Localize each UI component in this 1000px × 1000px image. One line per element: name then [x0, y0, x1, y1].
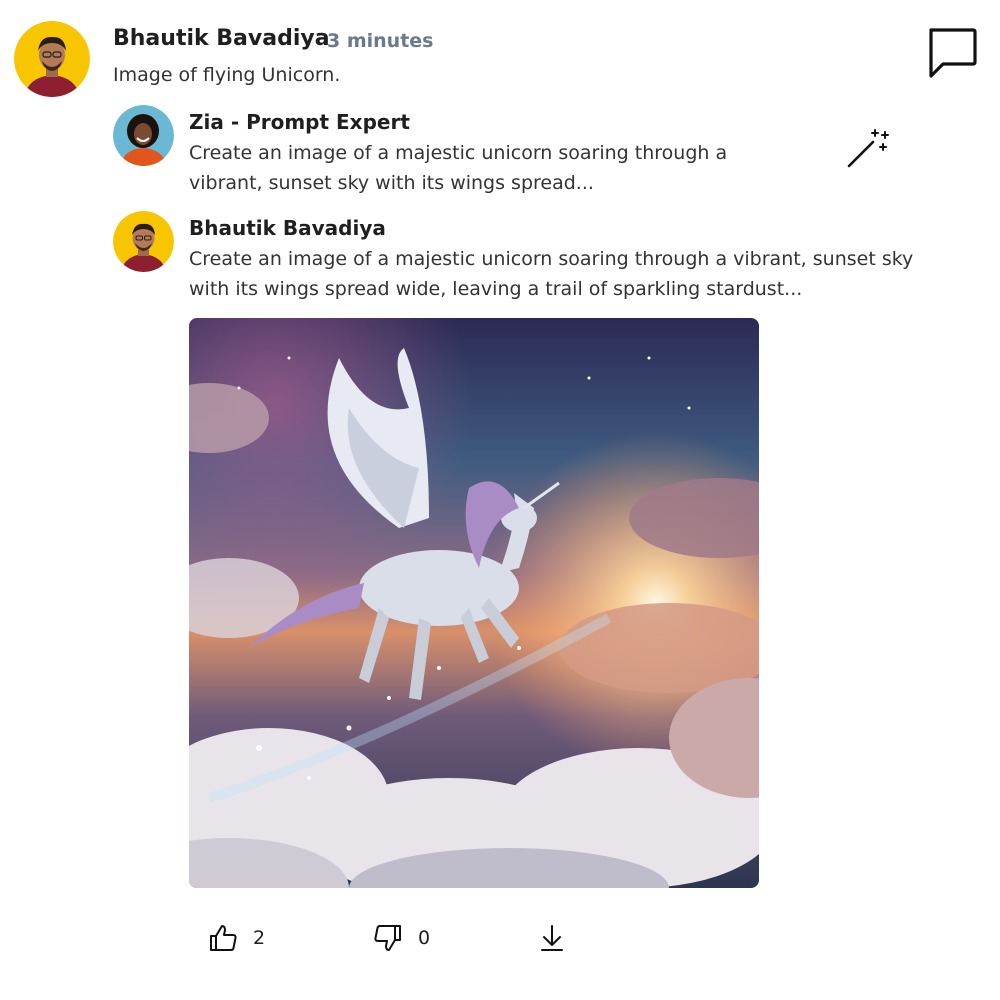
download-icon — [541, 925, 563, 951]
reply-avatar[interactable] — [113, 211, 174, 272]
prompt-expert-avatar[interactable] — [113, 105, 174, 166]
avatar[interactable] — [14, 21, 90, 97]
post-author[interactable]: Bhautik Bavadiya — [113, 26, 330, 51]
reply-text: Create an image of a majestic unicorn so… — [189, 248, 914, 300]
thumbs-up-icon — [210, 925, 237, 951]
like-count: 2 — [253, 927, 266, 949]
magic-wand-icon[interactable] — [843, 126, 891, 170]
prompt-expert-name[interactable]: Zia - Prompt Expert — [189, 110, 410, 134]
dislike-button[interactable]: 0 — [372, 918, 430, 958]
reply-author[interactable]: Bhautik Bavadiya — [189, 216, 386, 240]
prompt-expert-text: Create an image of a majestic unicorn so… — [189, 142, 728, 194]
download-button[interactable] — [536, 918, 568, 958]
generated-unicorn-image[interactable] — [189, 318, 759, 888]
post-timestamp: 3 minutes — [327, 30, 434, 52]
post-text: Image of flying Unicorn. — [113, 64, 341, 86]
dislike-count: 0 — [418, 927, 431, 949]
like-button[interactable]: 2 — [207, 918, 265, 958]
thumbs-down-icon — [374, 925, 401, 951]
post-thread: Bhautik Bavadiya 3 minutes Image of flyi… — [0, 0, 1000, 1000]
comment-icon[interactable] — [923, 24, 979, 80]
